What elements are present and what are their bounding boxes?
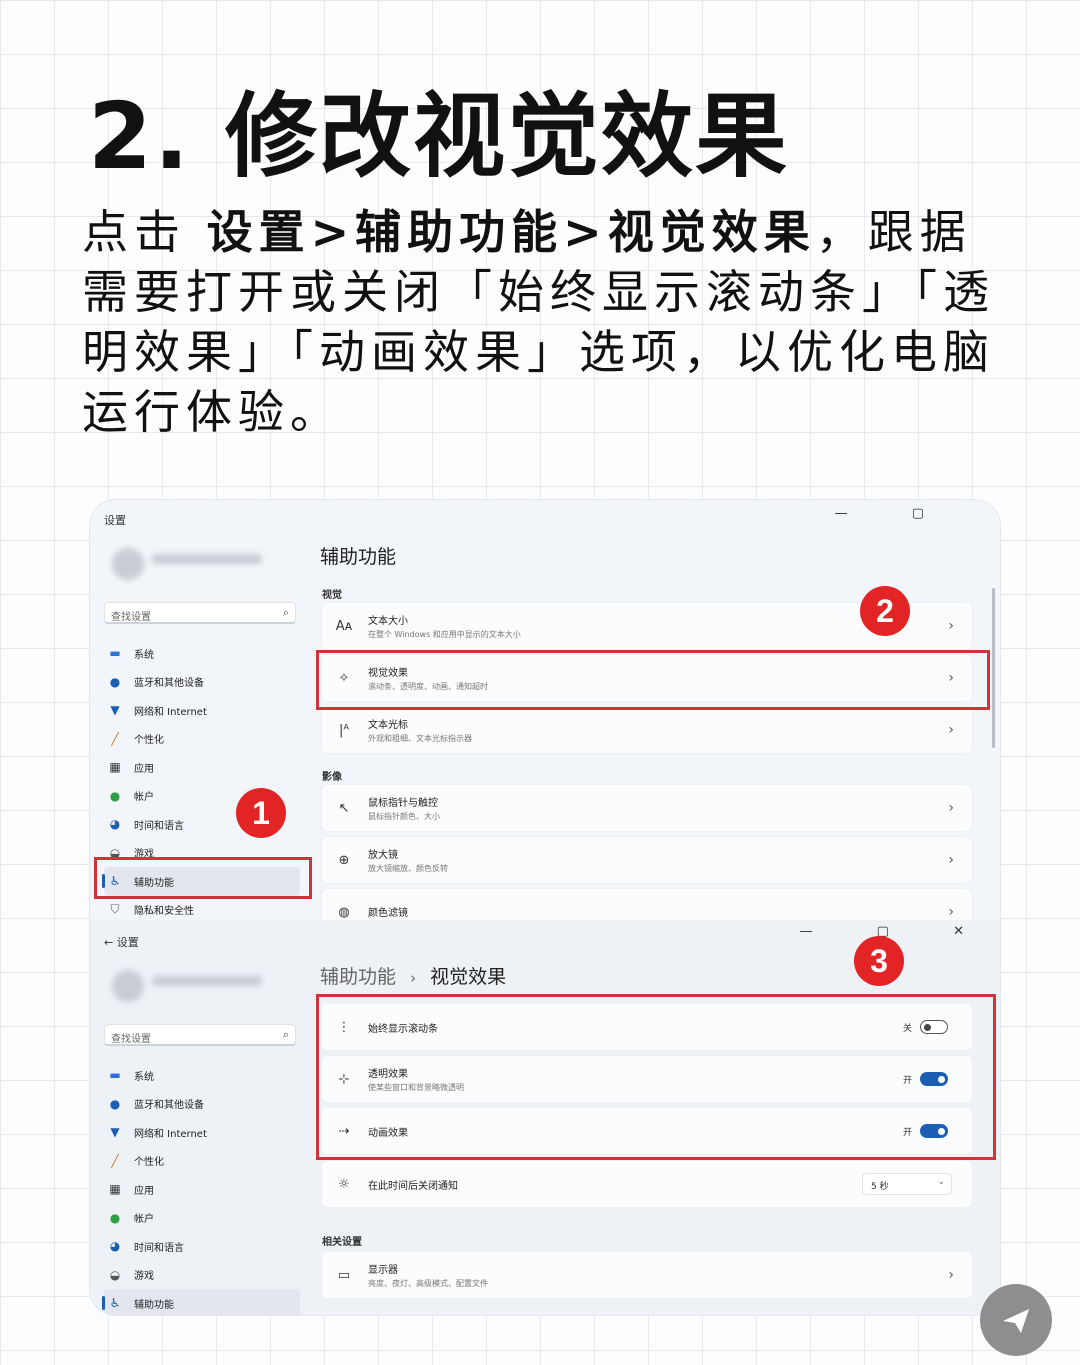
user-name-blurred <box>152 554 262 564</box>
row-display[interactable]: ▭ 显示器 亮度、夜灯、高级模式、配置文件 › <box>322 1252 972 1298</box>
chevron-right-icon: › <box>948 904 954 920</box>
search-icon: ⌕ <box>282 1028 289 1041</box>
system-icon: ▬ <box>109 1068 121 1083</box>
sidebar-item-network[interactable]: ▼ 网络和 Internet <box>104 696 300 725</box>
shield-icon: ⛉ <box>110 902 120 917</box>
avatar <box>112 548 144 580</box>
wifi-icon: ▼ <box>110 703 120 718</box>
search-icon: ⌕ <box>282 606 289 619</box>
color-filter-icon: ◍ <box>338 904 350 920</box>
clock-globe-icon: ◕ <box>109 1239 121 1254</box>
gamepad-icon: ◒ <box>109 1267 121 1282</box>
sidebar-item-apps[interactable]: ▦ 应用 <box>104 1175 300 1204</box>
user-name-blurred <box>152 976 262 986</box>
row-mouse-pointer[interactable]: ↖ 鼠标指针与触控 鼠标指针颜色、大小 › <box>322 785 972 831</box>
accessibility-title: 辅助功能 <box>320 546 397 568</box>
brush-icon: ╱ <box>111 1153 119 1168</box>
breadcrumb: 辅助功能 › 视觉效果 <box>320 962 506 989</box>
intro-paragraph: 点击 设置>辅助功能>视觉效果，跟据需要打开或关闭「始终显示滚动条」「透明效果」… <box>82 202 1012 442</box>
intro-pre: 点击 <box>82 205 207 259</box>
sidebar-item-personalization[interactable]: ╱ 个性化 <box>104 725 300 754</box>
row-dismiss-notifications: ☼ 在此时间后关闭通知 5 秒 ⌄ <box>322 1161 972 1207</box>
bluetooth-icon: ● <box>109 1096 121 1111</box>
sidebar-item-network[interactable]: ▼ 网络和 Internet <box>104 1118 300 1147</box>
apps-icon: ▦ <box>109 1182 121 1197</box>
sun-icon: ☼ <box>338 1176 350 1192</box>
step-badge-2: 2 <box>860 586 910 636</box>
scrollbar[interactable] <box>992 588 995 748</box>
wifi-icon: ▼ <box>110 1125 120 1140</box>
sidebar-item-accounts[interactable]: ● 帐户 <box>104 1204 300 1233</box>
breadcrumb-parent[interactable]: 辅助功能 <box>320 966 396 988</box>
accessibility-icon: ♿ <box>109 1296 121 1311</box>
sidebar-item-bluetooth[interactable]: ● 蓝牙和其他设备 <box>104 1090 300 1119</box>
section-hearing: 影像 <box>322 772 342 783</box>
sidebar: 查找设置 ⌕ ▬ 系统 ● 蓝牙和其他设备 ▼ 网络和 Internet ╱ 个性化 ▦… <box>90 920 310 1315</box>
intro-path: 设置>辅助功能>视觉效果 <box>206 205 816 259</box>
row-text-cursor[interactable]: |ᴬ 文本光标 外观和粗细、文本光标指示器 › <box>322 707 972 753</box>
search-input[interactable]: 查找设置 ⌕ <box>104 602 296 624</box>
chevron-right-icon: › <box>948 852 954 868</box>
main-content: 辅助功能 视觉 Aᴀ 文本大小 在整个 Windows 和应用中显示的文本大小 ›… <box>320 500 995 935</box>
monitor-icon: ▭ <box>337 1267 351 1283</box>
brush-icon: ╱ <box>111 731 119 746</box>
system-icon: ▬ <box>109 646 121 661</box>
step-badge-1: 1 <box>236 788 286 838</box>
sidebar-item-bluetooth[interactable]: ● 蓝牙和其他设备 <box>104 668 300 697</box>
search-placeholder: 查找设置 <box>111 612 151 623</box>
bluetooth-icon: ● <box>109 674 121 689</box>
highlight-toggles <box>316 994 996 1160</box>
sidebar-item-time-language[interactable]: ◕ 时间和语言 <box>104 1232 300 1261</box>
section-related: 相关设置 <box>322 1237 362 1248</box>
highlight-visual-effects <box>316 650 990 710</box>
sidebar-item-system[interactable]: ▬ 系统 <box>104 1061 300 1090</box>
avatar <box>112 970 144 1002</box>
mouse-pointer-icon: ↖ <box>338 800 350 816</box>
floating-action-button[interactable] <box>980 1284 1052 1356</box>
step-badge-3: 3 <box>854 936 904 986</box>
section-vision: 视觉 <box>322 590 342 601</box>
search-placeholder: 查找设置 <box>111 1034 151 1045</box>
sidebar-nav: ▬ 系统 ● 蓝牙和其他设备 ▼ 网络和 Internet ╱ 个性化 ▦ 应用 ● 帐户 … <box>102 1061 300 1315</box>
highlight-accessibility <box>94 857 312 899</box>
page-title: 2. 修改视觉效果 <box>88 83 789 190</box>
row-magnifier[interactable]: ⊕ 放大镜 放大镜缩放、颜色反转 › <box>322 837 972 883</box>
breadcrumb-separator: › <box>410 969 417 987</box>
breadcrumb-current: 视觉效果 <box>430 966 507 988</box>
account-icon: ● <box>109 1210 121 1225</box>
apps-icon: ▦ <box>109 760 121 775</box>
chevron-right-icon: › <box>948 618 954 634</box>
magnifier-icon: ⊕ <box>338 852 350 868</box>
notification-timeout-select[interactable]: 5 秒 ⌄ <box>862 1173 952 1195</box>
sidebar-item-apps[interactable]: ▦ 应用 <box>104 753 300 782</box>
sidebar-item-accessibility[interactable]: ♿ 辅助功能 <box>102 1289 300 1315</box>
send-icon <box>1003 1309 1029 1333</box>
search-input[interactable]: 查找设置 ⌕ <box>104 1024 296 1046</box>
chevron-right-icon: › <box>948 722 954 738</box>
sidebar-item-system[interactable]: ▬ 系统 <box>104 639 300 668</box>
text-size-icon: Aᴀ <box>335 618 353 634</box>
chevron-right-icon: › <box>948 800 954 816</box>
sidebar-item-gaming[interactable]: ◒ 游戏 <box>104 1261 300 1290</box>
clock-globe-icon: ◕ <box>109 817 121 832</box>
chevron-right-icon: › <box>948 1267 954 1283</box>
account-icon: ● <box>109 788 121 803</box>
text-cursor-icon: |ᴬ <box>339 722 349 738</box>
chevron-down-icon: ⌄ <box>937 1177 945 1187</box>
settings-screenshot: 设置 — ▢ 查找设置 ⌕ ▬ 系统 ● 蓝牙和其他设备 ▼ 网络和 Internet… <box>90 500 1000 1315</box>
sidebar-item-personalization[interactable]: ╱ 个性化 <box>104 1147 300 1176</box>
